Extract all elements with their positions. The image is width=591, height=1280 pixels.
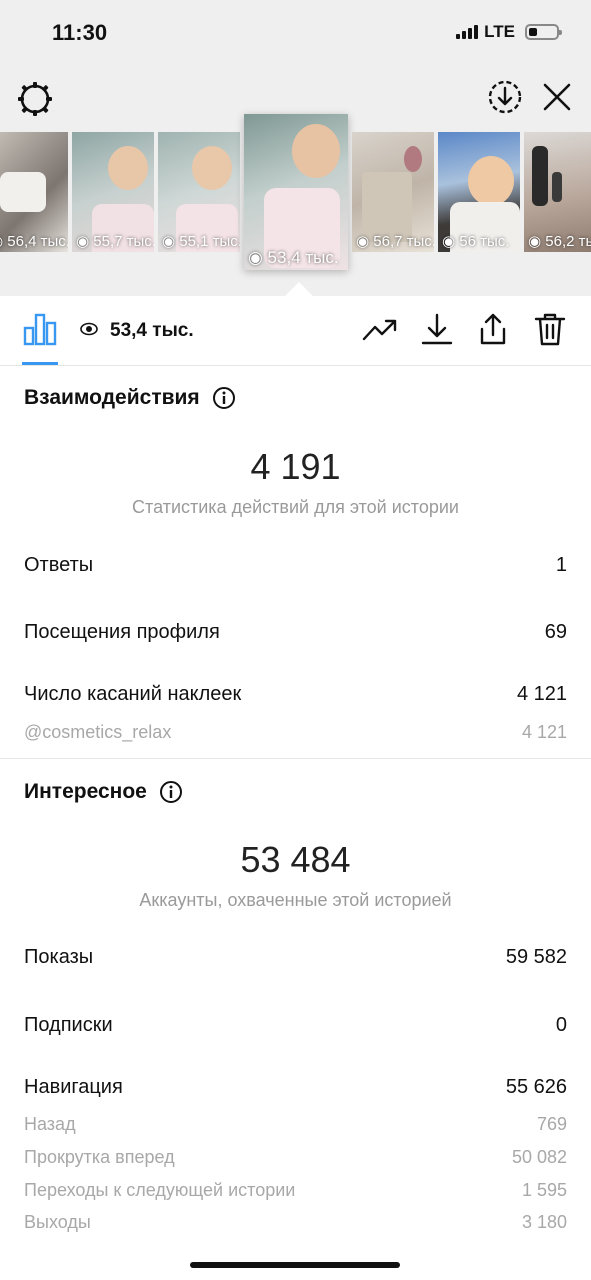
stat-value: 1 — [555, 554, 567, 576]
story-thumbnail[interactable]: ◉ 56,7 тыс. — [352, 132, 434, 252]
close-icon[interactable] — [540, 80, 574, 114]
battery-icon — [525, 24, 562, 40]
thumbnail-views: ◉ 53,4 тыс. — [248, 248, 339, 267]
signal-icon — [456, 25, 479, 39]
story-thumbnail-selected[interactable]: ◉ 53,4 тыс. — [244, 114, 348, 270]
stat-row-profile-visits: Посещения профиля 69 — [24, 621, 567, 644]
stat-value: 3 180 — [521, 1212, 567, 1232]
stat-value: 0 — [555, 1014, 567, 1036]
share-icon[interactable] — [474, 310, 512, 348]
interactions-title: Взаимодействия — [24, 386, 200, 409]
active-tab-indicator — [22, 362, 58, 365]
stat-label: Число касаний наклеек — [24, 683, 242, 705]
trending-icon[interactable] — [361, 310, 399, 348]
home-indicator[interactable] — [190, 1262, 400, 1268]
stat-label: @cosmetics_relax — [24, 722, 172, 742]
stat-value: 4 121 — [521, 722, 567, 742]
download-icon[interactable] — [418, 310, 456, 348]
story-thumbnail[interactable]: ◉ 56,2 тыс. — [524, 132, 591, 252]
section-divider — [0, 758, 591, 759]
views-total: 53,4 тыс. — [110, 320, 194, 341]
network-type: LTE — [484, 22, 515, 41]
save-story-icon[interactable] — [486, 78, 524, 116]
gear-icon[interactable] — [16, 80, 54, 118]
interactions-subtitle: Статистика действий для этой истории — [132, 497, 459, 517]
stat-value: 69 — [544, 621, 567, 643]
eye-icon — [80, 322, 98, 336]
interactions-section-title: Взаимодействия — [24, 386, 236, 410]
stat-label: Ответы — [24, 554, 94, 576]
discovery-total: 53 484 — [240, 839, 351, 880]
stat-value: 1 595 — [521, 1180, 567, 1200]
thumbnail-views: ◉ 56,4 тыс. — [0, 233, 68, 250]
discovery-section-title: Интересное — [24, 780, 183, 804]
interactions-total: 4 191 — [250, 446, 341, 487]
story-thumbnail[interactable]: ◉ 55,1 тыс. — [158, 132, 240, 252]
stat-label: Назад — [24, 1114, 76, 1134]
thumbnail-views: ◉ 56 тыс. — [442, 233, 510, 250]
stat-label: Показы — [24, 946, 94, 968]
trash-icon[interactable] — [531, 310, 569, 348]
thumbnail-views: ◉ 56,2 тыс. — [528, 233, 591, 250]
stat-label: Прокрутка вперед — [24, 1147, 175, 1167]
stat-value: 50 082 — [511, 1147, 567, 1167]
stat-row-navigation: Навигация 55 626 — [24, 1076, 567, 1099]
stat-value: 59 582 — [505, 946, 567, 968]
story-thumbnail[interactable]: ◉ 56,4 тыс. — [0, 132, 68, 252]
stat-subrow-exits: Выходы 3 180 — [24, 1212, 567, 1233]
stat-label: Переходы к следующей истории — [24, 1180, 296, 1200]
insights-toolbar: 53,4 тыс. — [0, 296, 591, 366]
story-thumbnail-strip: ◉ 56,4 тыс. ◉ 55,7 тыс. ◉ 55,1 тыс. ◉ 53… — [0, 114, 591, 292]
stat-subrow-next-story: Переходы к следующей истории 1 595 — [24, 1180, 567, 1201]
stat-label: Подписки — [24, 1014, 113, 1036]
discovery-subtitle: Аккаунты, охваченные этой историей — [139, 890, 452, 910]
info-icon[interactable] — [212, 386, 236, 410]
stat-row-follows: Подписки 0 — [24, 1014, 567, 1037]
stat-label: Навигация — [24, 1076, 123, 1098]
info-icon[interactable] — [159, 780, 183, 804]
stat-value: 55 626 — [505, 1076, 567, 1098]
story-thumbnail[interactable]: ◉ 55,7 тыс. — [72, 132, 154, 252]
discovery-title: Интересное — [24, 780, 147, 803]
thumbnail-views: ◉ 56,7 тыс. — [356, 233, 434, 250]
story-header: ◉ 56,4 тыс. ◉ 55,7 тыс. ◉ 55,1 тыс. ◉ 53… — [0, 70, 591, 296]
stat-subrow-back: Назад 769 — [24, 1114, 567, 1135]
thumbnail-views: ◉ 55,1 тыс. — [162, 233, 240, 250]
stat-label: Посещения профиля — [24, 621, 220, 643]
selected-story-pointer — [285, 282, 313, 296]
stat-value: 4 121 — [516, 683, 567, 705]
status-time: 11:30 — [52, 20, 108, 45]
bar-chart-icon[interactable] — [22, 312, 58, 346]
stat-row-impressions: Показы 59 582 — [24, 946, 567, 969]
thumbnail-views: ◉ 55,7 тыс. — [76, 233, 154, 250]
stat-label: Выходы — [24, 1212, 91, 1232]
stat-subrow-mention: @cosmetics_relax 4 121 — [24, 722, 567, 743]
status-indicators: LTE — [456, 22, 562, 42]
stat-row-replies: Ответы 1 — [24, 554, 567, 577]
stat-value: 769 — [536, 1114, 567, 1134]
stat-subrow-forward: Прокрутка вперед 50 082 — [24, 1147, 567, 1168]
status-bar: 11:30 LTE — [0, 0, 591, 70]
stat-row-sticker-taps: Число касаний наклеек 4 121 — [24, 683, 567, 706]
story-thumbnail[interactable]: ◉ 56 тыс. — [438, 132, 520, 252]
